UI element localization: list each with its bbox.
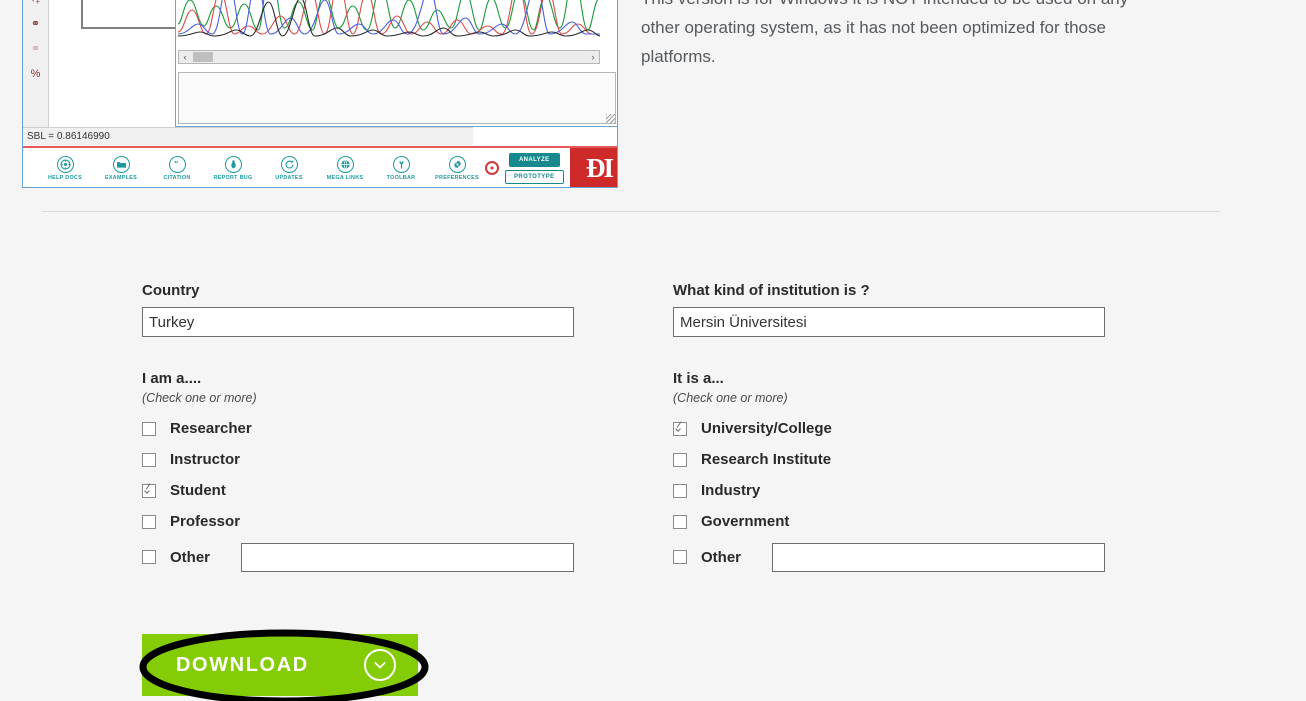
checkbox-row-student[interactable]: Student <box>142 475 574 506</box>
download-area: DOWNLOAD <box>139 629 442 701</box>
download-button[interactable]: DOWNLOAD <box>142 634 418 696</box>
person-role-group: I am a.... (Check one or more) Researche… <box>142 370 574 577</box>
institution-type-title: It is a... <box>673 370 724 387</box>
institution-type-subtitle: (Check one or more) <box>673 391 788 405</box>
checkbox-label: Professor <box>170 513 241 530</box>
checkbox-label: Other <box>170 548 211 566</box>
checkbox-row-other-institution[interactable]: Other <box>673 537 1105 577</box>
checkbox-label: University/College <box>701 420 832 437</box>
checkbox-row-research-institute[interactable]: Research Institute <box>673 444 1105 475</box>
download-registration-form: Country What kind of institution is ? I … <box>0 0 1306 701</box>
checkbox-government[interactable] <box>673 514 687 529</box>
institution-input[interactable] <box>673 307 1105 337</box>
person-role-title: I am a.... <box>142 370 202 387</box>
person-role-subtitle: (Check one or more) <box>142 391 257 405</box>
checkbox-row-government[interactable]: Government <box>673 506 1105 537</box>
checkbox-label: Student <box>170 482 226 499</box>
checkbox-row-instructor[interactable]: Instructor <box>142 444 574 475</box>
checkbox-other-institution[interactable] <box>673 550 687 564</box>
checkbox-label: Other <box>701 548 742 566</box>
chevron-down-icon <box>364 649 396 681</box>
checkbox-label: Researcher <box>170 420 252 437</box>
institution-type-group: It is a... (Check one or more) Universit… <box>673 370 1105 577</box>
checkbox-row-industry[interactable]: Industry <box>673 475 1105 506</box>
check-mark-icon <box>675 423 686 434</box>
checkbox-research-institute[interactable] <box>673 452 687 467</box>
country-field-group: Country <box>142 282 574 337</box>
checkbox-row-university[interactable]: University/College <box>673 413 1105 444</box>
country-label: Country <box>142 282 200 299</box>
checkbox-label: Industry <box>701 482 761 499</box>
checkbox-other-person[interactable] <box>142 550 156 564</box>
checkbox-row-other-person[interactable]: Other <box>142 537 574 577</box>
other-person-input[interactable] <box>240 542 574 572</box>
checkbox-instructor[interactable] <box>142 452 156 467</box>
checkbox-label: Government <box>701 513 790 530</box>
institution-field-group: What kind of institution is ? <box>673 282 1105 337</box>
checkbox-row-researcher[interactable]: Researcher <box>142 413 574 444</box>
checkbox-researcher[interactable] <box>142 421 156 436</box>
checkbox-professor[interactable] <box>142 514 156 529</box>
other-institution-input[interactable] <box>771 542 1105 572</box>
download-button-label: DOWNLOAD <box>176 653 309 676</box>
checkbox-row-professor[interactable]: Professor <box>142 506 574 537</box>
page-root: ⌕ ⎶ ⥆ ⚭ ⚭ % AATAAACTCGACAATGATTATTTTCAAC… <box>0 0 1306 701</box>
check-mark-icon <box>144 485 155 496</box>
checkbox-student[interactable] <box>142 483 156 498</box>
checkbox-industry[interactable] <box>673 483 687 498</box>
checkbox-label: Research Institute <box>701 451 832 468</box>
institution-label: What kind of institution is ? <box>673 282 870 299</box>
country-input[interactable] <box>142 307 574 337</box>
checkbox-label: Instructor <box>170 451 241 468</box>
checkbox-university[interactable] <box>673 421 687 436</box>
